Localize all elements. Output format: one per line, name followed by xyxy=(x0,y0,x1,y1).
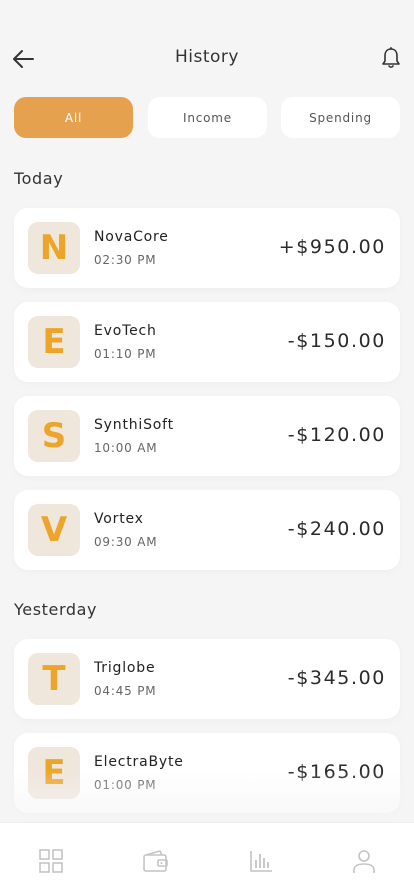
transaction-row[interactable]: N NovaCore 02:30 PM +$950.00 xyxy=(14,208,400,288)
transaction-amount: +$950.00 xyxy=(278,236,386,258)
transaction-name: ElectraByte xyxy=(94,754,184,770)
tab-income[interactable]: Income xyxy=(148,97,267,138)
company-logo: S xyxy=(28,410,80,462)
transaction-row[interactable]: E ElectraByte 01:00 PM -$165.00 xyxy=(14,733,400,813)
transaction-amount: -$240.00 xyxy=(287,518,386,540)
section-title-yesterday: Yesterday xyxy=(14,600,98,619)
nav-dashboard[interactable] xyxy=(37,847,65,875)
transaction-amount: -$345.00 xyxy=(287,667,386,689)
tab-all[interactable]: All xyxy=(14,97,133,138)
nav-wallet[interactable] xyxy=(142,847,170,875)
transaction-name: EvoTech xyxy=(94,323,157,339)
dashboard-grid-icon xyxy=(39,849,63,873)
page-title: History xyxy=(175,47,239,67)
transaction-amount: -$150.00 xyxy=(287,330,386,352)
section-title-today: Today xyxy=(14,169,64,188)
company-logo: T xyxy=(28,653,80,705)
company-logo: N xyxy=(28,222,80,274)
wallet-icon xyxy=(143,850,168,872)
tab-spending[interactable]: Spending xyxy=(281,97,400,138)
company-logo: E xyxy=(28,747,80,799)
transaction-time: 01:10 PM xyxy=(94,347,157,361)
bottom-nav xyxy=(0,822,414,896)
transaction-time: 02:30 PM xyxy=(94,253,157,267)
company-logo: V xyxy=(28,504,80,556)
transaction-name: Vortex xyxy=(94,511,144,527)
transaction-row[interactable]: T Triglobe 04:45 PM -$345.00 xyxy=(14,639,400,719)
company-logo: E xyxy=(28,316,80,368)
bar-chart-icon xyxy=(250,851,272,872)
transaction-amount: -$165.00 xyxy=(287,761,386,783)
transaction-name: Triglobe xyxy=(94,660,156,676)
bell-icon xyxy=(382,47,400,69)
transaction-time: 04:45 PM xyxy=(94,684,157,698)
nav-statistics[interactable] xyxy=(247,847,275,875)
transaction-time: 09:30 AM xyxy=(94,535,158,549)
transaction-time: 01:00 PM xyxy=(94,778,157,792)
transaction-amount: -$120.00 xyxy=(287,424,386,446)
transaction-name: NovaCore xyxy=(94,229,169,245)
transaction-row[interactable]: E EvoTech 01:10 PM -$150.00 xyxy=(14,302,400,382)
nav-profile[interactable] xyxy=(350,847,378,875)
notifications-button[interactable] xyxy=(380,46,402,70)
transaction-row[interactable]: S SynthiSoft 10:00 AM -$120.00 xyxy=(14,396,400,476)
transaction-time: 10:00 AM xyxy=(94,441,158,455)
transaction-row[interactable]: V Vortex 09:30 AM -$240.00 xyxy=(14,490,400,570)
filter-tabs: All Income Spending xyxy=(14,97,400,138)
user-profile-icon xyxy=(353,850,375,873)
transaction-name: SynthiSoft xyxy=(94,417,174,433)
